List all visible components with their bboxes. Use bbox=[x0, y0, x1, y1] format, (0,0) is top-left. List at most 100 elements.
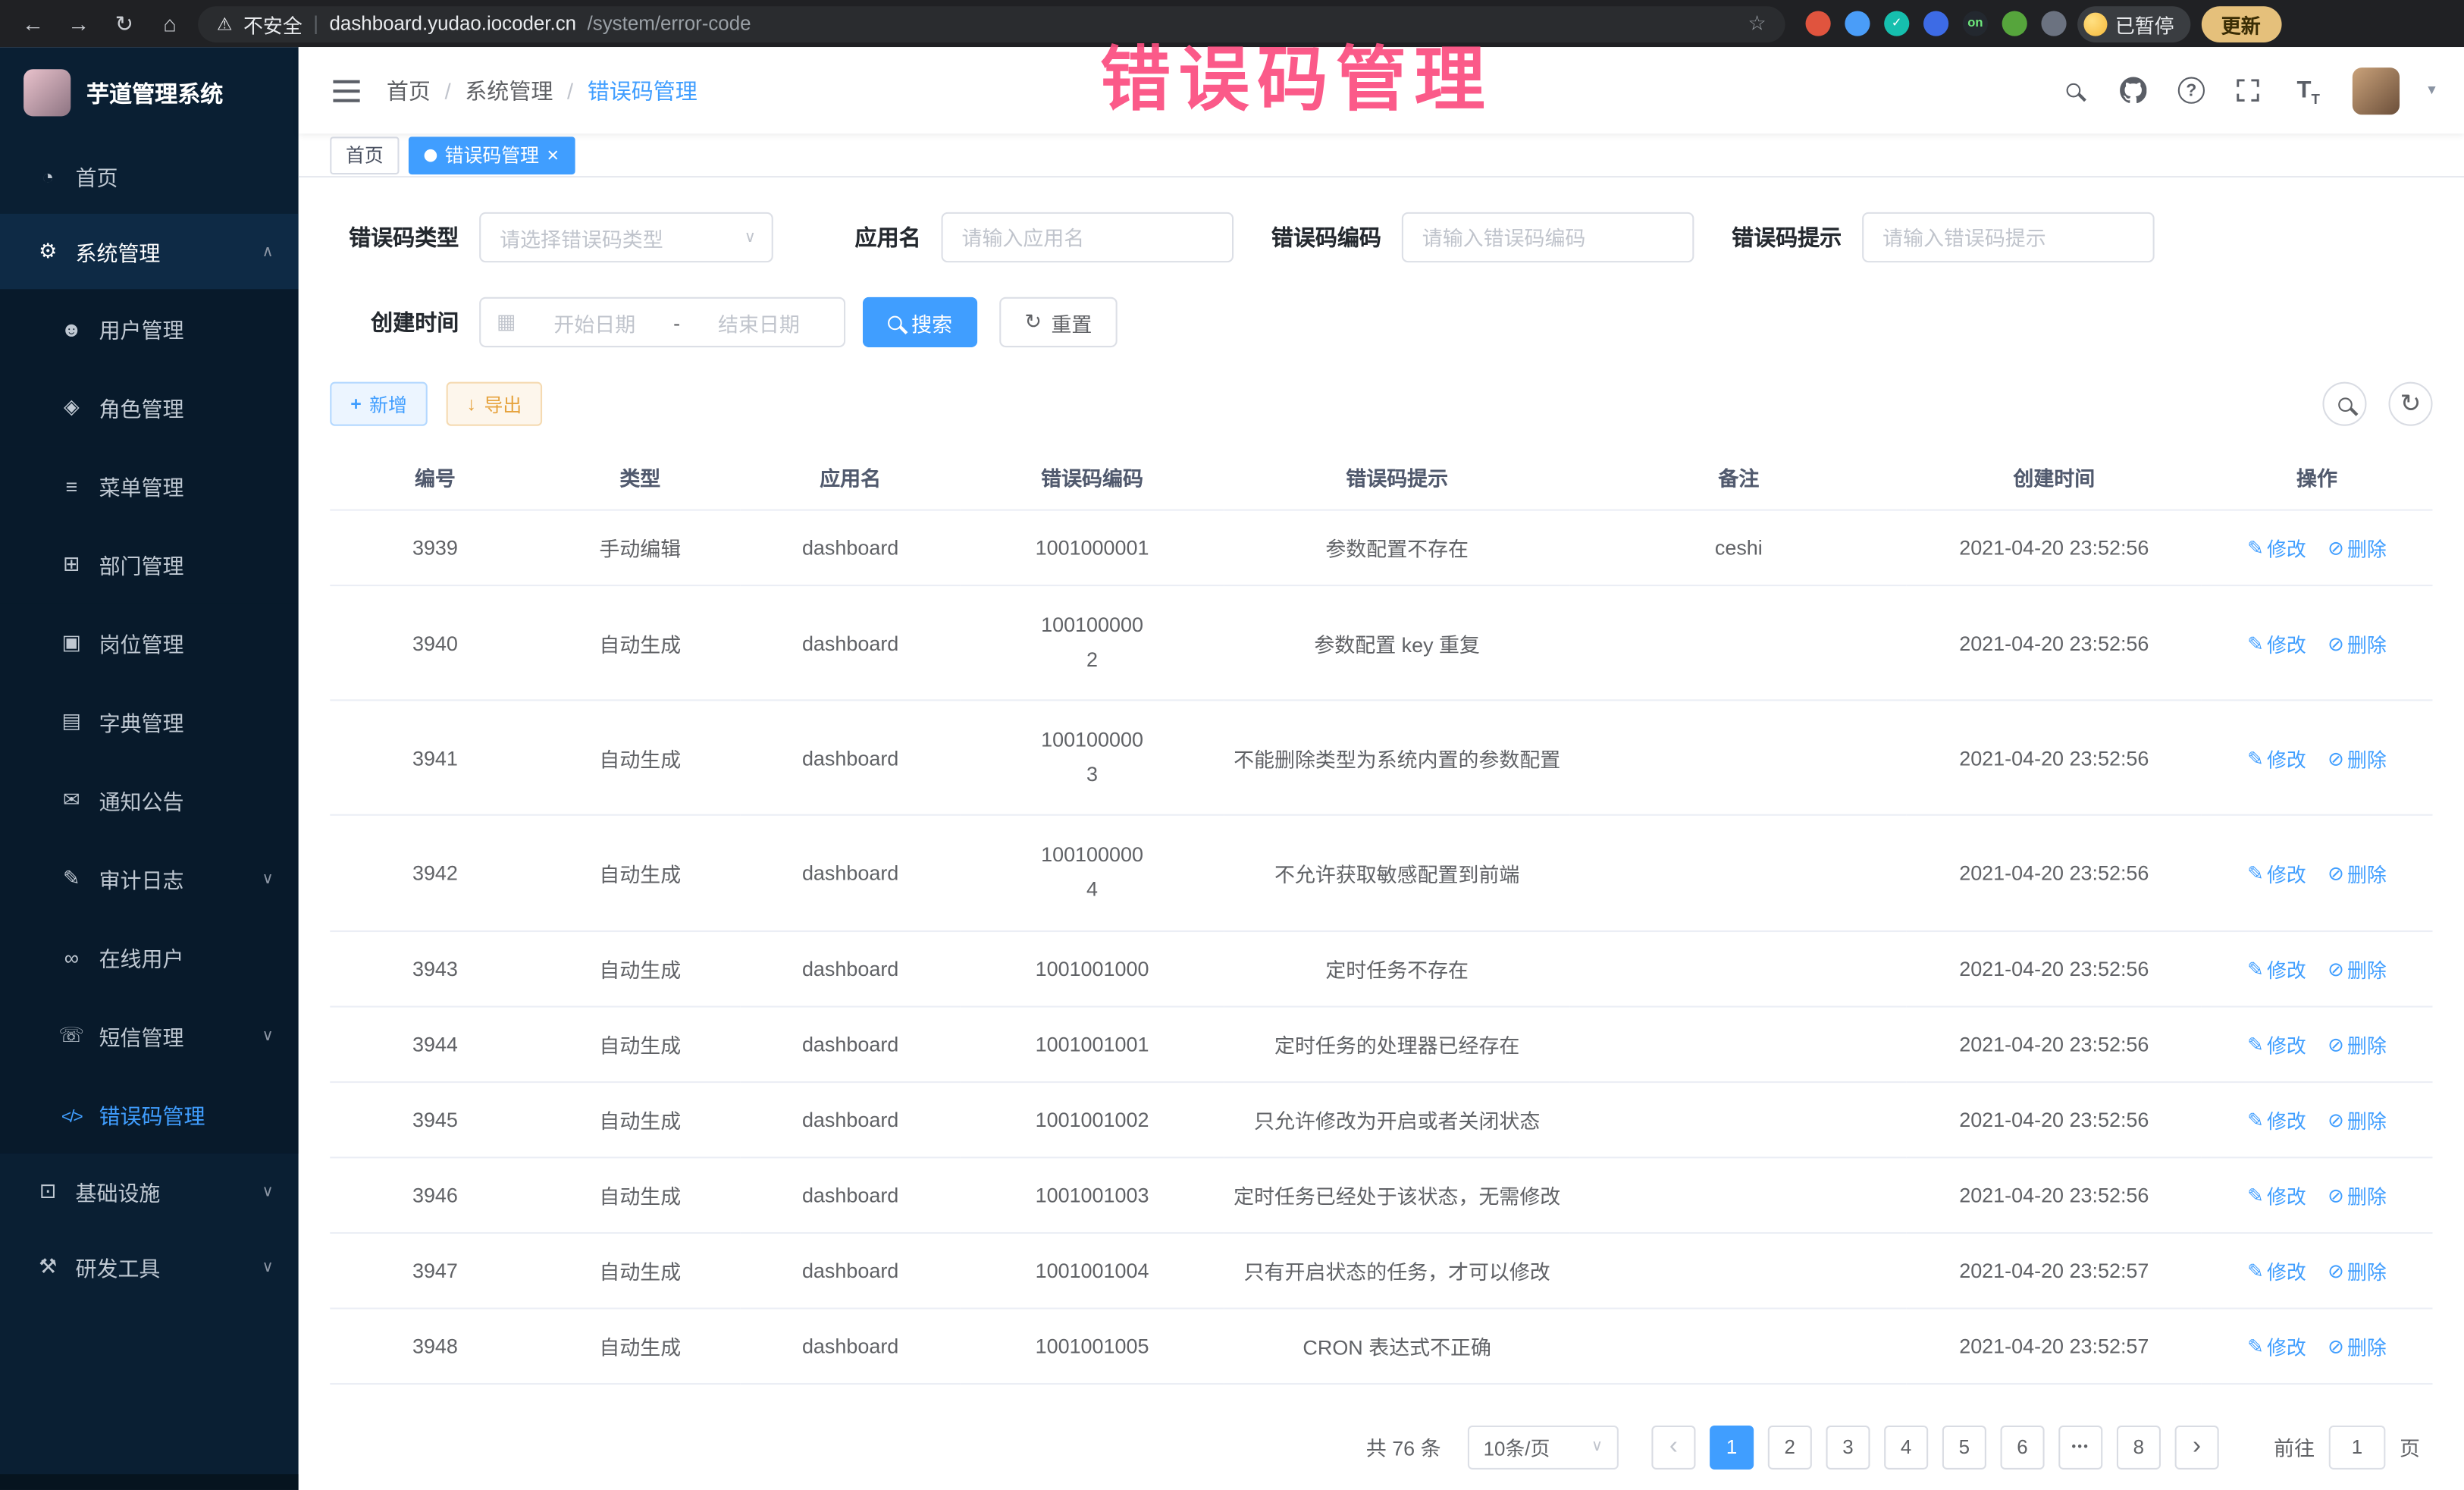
star-icon[interactable] bbox=[1748, 11, 1766, 36]
extension-check-icon[interactable]: ✓ bbox=[1884, 11, 1909, 36]
delete-link[interactable]: 删除 bbox=[2328, 1104, 2387, 1134]
edit-link[interactable]: 修改 bbox=[2247, 1029, 2306, 1059]
edit-link[interactable]: 修改 bbox=[2247, 533, 2306, 563]
department-icon bbox=[58, 552, 85, 577]
profile-badge[interactable]: 已暂停 bbox=[2077, 5, 2190, 42]
show-search-button[interactable] bbox=[2322, 382, 2366, 426]
edit-link[interactable]: 修改 bbox=[2247, 628, 2306, 657]
sidebar-item[interactable]: 审计日志 bbox=[0, 839, 299, 918]
sidebar-item[interactable]: 首页 bbox=[0, 138, 299, 213]
page-button[interactable]: 2 bbox=[1768, 1425, 1812, 1469]
page-button[interactable]: 5 bbox=[1942, 1425, 1986, 1469]
cell-type: 自动生成 bbox=[541, 1232, 740, 1307]
sidebar-item[interactable]: 短信管理 bbox=[0, 996, 299, 1075]
extension-puzzle-icon[interactable] bbox=[2041, 11, 2066, 36]
sidebar-item[interactable]: 错误码管理 bbox=[0, 1075, 299, 1154]
sidebar-item[interactable]: 部门管理 bbox=[0, 525, 299, 604]
extension-drop-icon[interactable] bbox=[1845, 11, 1870, 36]
delete-link[interactable]: 删除 bbox=[2328, 1029, 2387, 1059]
close-icon[interactable] bbox=[547, 143, 559, 167]
cell-code: 1001000004 bbox=[961, 815, 1224, 930]
page-button[interactable]: 4 bbox=[1884, 1425, 1928, 1469]
tab[interactable]: 错误码管理 bbox=[409, 136, 575, 174]
filter-label-type: 错误码类型 bbox=[330, 221, 459, 253]
back-icon[interactable] bbox=[16, 11, 51, 36]
reload-icon[interactable] bbox=[107, 10, 142, 36]
prev-page-button[interactable] bbox=[1651, 1425, 1695, 1469]
page-size-select[interactable]: 10条/页 bbox=[1468, 1425, 1619, 1469]
breadcrumb-item[interactable]: 首页 bbox=[387, 74, 431, 105]
logo-title: 芋道管理系统 bbox=[86, 77, 223, 110]
edit-link[interactable]: 修改 bbox=[2247, 743, 2306, 773]
goto-page-input[interactable] bbox=[2329, 1425, 2386, 1469]
page-button[interactable]: ••• bbox=[2058, 1425, 2102, 1469]
page-unit-label: 页 bbox=[2400, 1432, 2420, 1461]
reset-button[interactable]: 重置 bbox=[999, 297, 1117, 347]
sidebar-item[interactable]: 字典管理 bbox=[0, 682, 299, 761]
sidebar-item[interactable]: 角色管理 bbox=[0, 368, 299, 447]
cell-type: 手动编辑 bbox=[541, 510, 740, 585]
page-button[interactable]: 6 bbox=[2000, 1425, 2044, 1469]
edit-link[interactable]: 修改 bbox=[2247, 1180, 2306, 1209]
edit-link[interactable]: 修改 bbox=[2247, 1104, 2306, 1134]
caret-down-icon[interactable] bbox=[2428, 82, 2435, 99]
delete-link[interactable]: 删除 bbox=[2328, 1255, 2387, 1285]
edit-link[interactable]: 修改 bbox=[2247, 1331, 2306, 1360]
delete-link[interactable]: 删除 bbox=[2328, 533, 2387, 563]
edit-link[interactable]: 修改 bbox=[2247, 1255, 2306, 1285]
delete-link[interactable]: 删除 bbox=[2328, 953, 2387, 983]
font-size-icon[interactable] bbox=[2293, 74, 2324, 105]
extension-badge-icon[interactable]: on bbox=[1963, 11, 1988, 36]
page-button[interactable]: 3 bbox=[1826, 1425, 1870, 1469]
breadcrumb-item[interactable]: 系统管理 bbox=[431, 74, 553, 105]
chevron-down-icon bbox=[1591, 1438, 1603, 1456]
cell-app: dashboard bbox=[740, 1006, 961, 1081]
sidebar-item[interactable]: 菜单管理 bbox=[0, 447, 299, 525]
main-area: 首页 系统管理 错误码管理 bbox=[299, 47, 2464, 1490]
refresh-table-button[interactable] bbox=[2389, 382, 2433, 426]
extension-bars-icon[interactable] bbox=[1923, 11, 1948, 36]
page-button[interactable]: 1 bbox=[1710, 1425, 1754, 1469]
cell-actions: 修改 删除 bbox=[2201, 585, 2432, 701]
home-icon[interactable] bbox=[152, 11, 187, 36]
export-button[interactable]: 导出 bbox=[447, 382, 542, 426]
sidebar-item[interactable]: 系统管理 bbox=[0, 214, 299, 289]
forward-icon[interactable] bbox=[61, 11, 96, 36]
edit-link[interactable]: 修改 bbox=[2247, 858, 2306, 888]
fullscreen-icon[interactable] bbox=[2233, 74, 2264, 105]
hamburger-icon[interactable] bbox=[327, 71, 365, 109]
user-avatar[interactable] bbox=[2353, 67, 2400, 114]
delete-link[interactable]: 删除 bbox=[2328, 858, 2387, 888]
help-icon[interactable] bbox=[2178, 77, 2205, 104]
address-bar[interactable]: 不安全 | dashboard.yudao.iocoder.cn/system/… bbox=[198, 5, 1785, 42]
sidebar-item[interactable]: 基础设施 bbox=[0, 1153, 299, 1228]
sidebar-item[interactable]: 在线用户 bbox=[0, 918, 299, 996]
search-button[interactable]: 搜索 bbox=[863, 297, 977, 347]
add-button[interactable]: 新增 bbox=[330, 382, 428, 426]
next-page-button[interactable] bbox=[2175, 1425, 2219, 1469]
tab[interactable]: 首页 bbox=[330, 136, 399, 174]
cell-code: 1001001002 bbox=[961, 1081, 1224, 1156]
sidebar-item[interactable]: 研发工具 bbox=[0, 1229, 299, 1304]
extension-dot-icon[interactable] bbox=[1806, 11, 1831, 36]
error-type-select[interactable]: 请选择错误码类型 bbox=[479, 212, 773, 262]
delete-link[interactable]: 删除 bbox=[2328, 1331, 2387, 1360]
date-range-picker[interactable]: 开始日期 - 结束日期 bbox=[479, 297, 845, 347]
delete-link[interactable]: 删除 bbox=[2328, 628, 2387, 657]
sidebar-item[interactable]: 岗位管理 bbox=[0, 604, 299, 682]
search-icon[interactable] bbox=[2058, 74, 2089, 105]
update-button[interactable]: 更新 bbox=[2201, 5, 2281, 42]
app-name-input[interactable] bbox=[942, 212, 1234, 262]
page-button[interactable]: 8 bbox=[2117, 1425, 2161, 1469]
delete-icon bbox=[2328, 1032, 2344, 1056]
sidebar-item[interactable]: 用户管理 bbox=[0, 289, 299, 368]
delete-link[interactable]: 删除 bbox=[2328, 743, 2387, 773]
extension-dot-icon[interactable] bbox=[2002, 11, 2027, 36]
delete-link[interactable]: 删除 bbox=[2328, 1180, 2387, 1209]
error-code-input[interactable] bbox=[1402, 212, 1694, 262]
error-hint-input[interactable] bbox=[1862, 212, 2155, 262]
github-icon[interactable] bbox=[2118, 74, 2149, 105]
sidebar-item[interactable]: 通知公告 bbox=[0, 761, 299, 839]
edit-link[interactable]: 修改 bbox=[2247, 953, 2306, 983]
breadcrumb-item[interactable]: 错误码管理 bbox=[553, 74, 697, 105]
